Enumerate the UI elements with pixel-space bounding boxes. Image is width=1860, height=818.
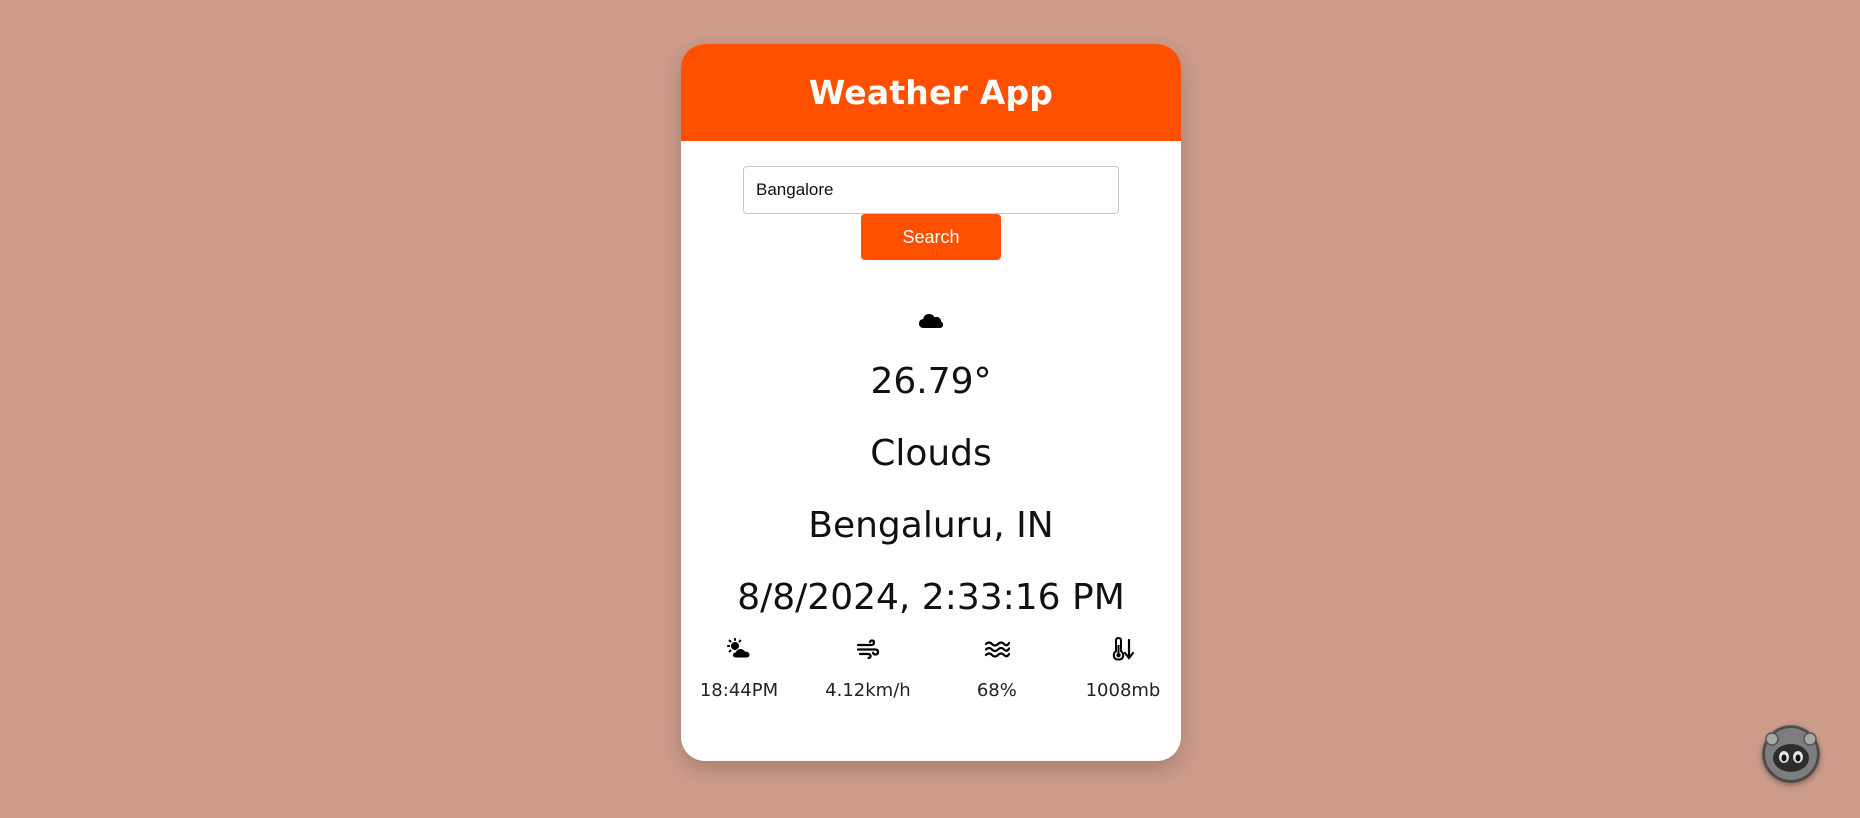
wind-icon	[856, 635, 880, 663]
search-input[interactable]	[743, 166, 1119, 214]
thermometer-down-icon	[1111, 635, 1135, 663]
app-title: Weather App	[808, 73, 1054, 112]
stat-value-pressure: 1008mb	[1085, 680, 1161, 701]
weather-description: Clouds	[870, 433, 992, 474]
stat-humidity: 68%	[957, 635, 1037, 701]
sun-behind-cloud-icon	[726, 635, 752, 663]
stat-value-humidity: 68%	[976, 680, 1017, 701]
stat-sunset: 18:44PM	[699, 635, 779, 701]
date-time: 8/8/2024, 2:33:16 PM	[737, 577, 1125, 618]
search-area: Search	[681, 166, 1181, 260]
stat-wind: 4.12km/h	[825, 635, 911, 701]
cloud-icon	[681, 310, 1181, 340]
temperature: 26.79°	[870, 361, 992, 402]
robot-avatar-icon[interactable]	[1762, 725, 1820, 783]
water-waves-icon	[984, 635, 1010, 663]
stat-value-sunset: 18:44PM	[699, 680, 779, 701]
stat-value-wind: 4.12km/h	[825, 680, 911, 701]
location: Bengaluru, IN	[808, 505, 1054, 546]
weather-stats: 18:44PM 4.12km/h 68% 1008mb	[699, 635, 1163, 701]
search-button[interactable]: Search	[861, 214, 1001, 260]
app-header: Weather App	[681, 44, 1181, 141]
weather-card: Weather App Search 26.79° Clouds Bengalu…	[681, 44, 1181, 761]
stat-pressure: 1008mb	[1083, 635, 1163, 701]
